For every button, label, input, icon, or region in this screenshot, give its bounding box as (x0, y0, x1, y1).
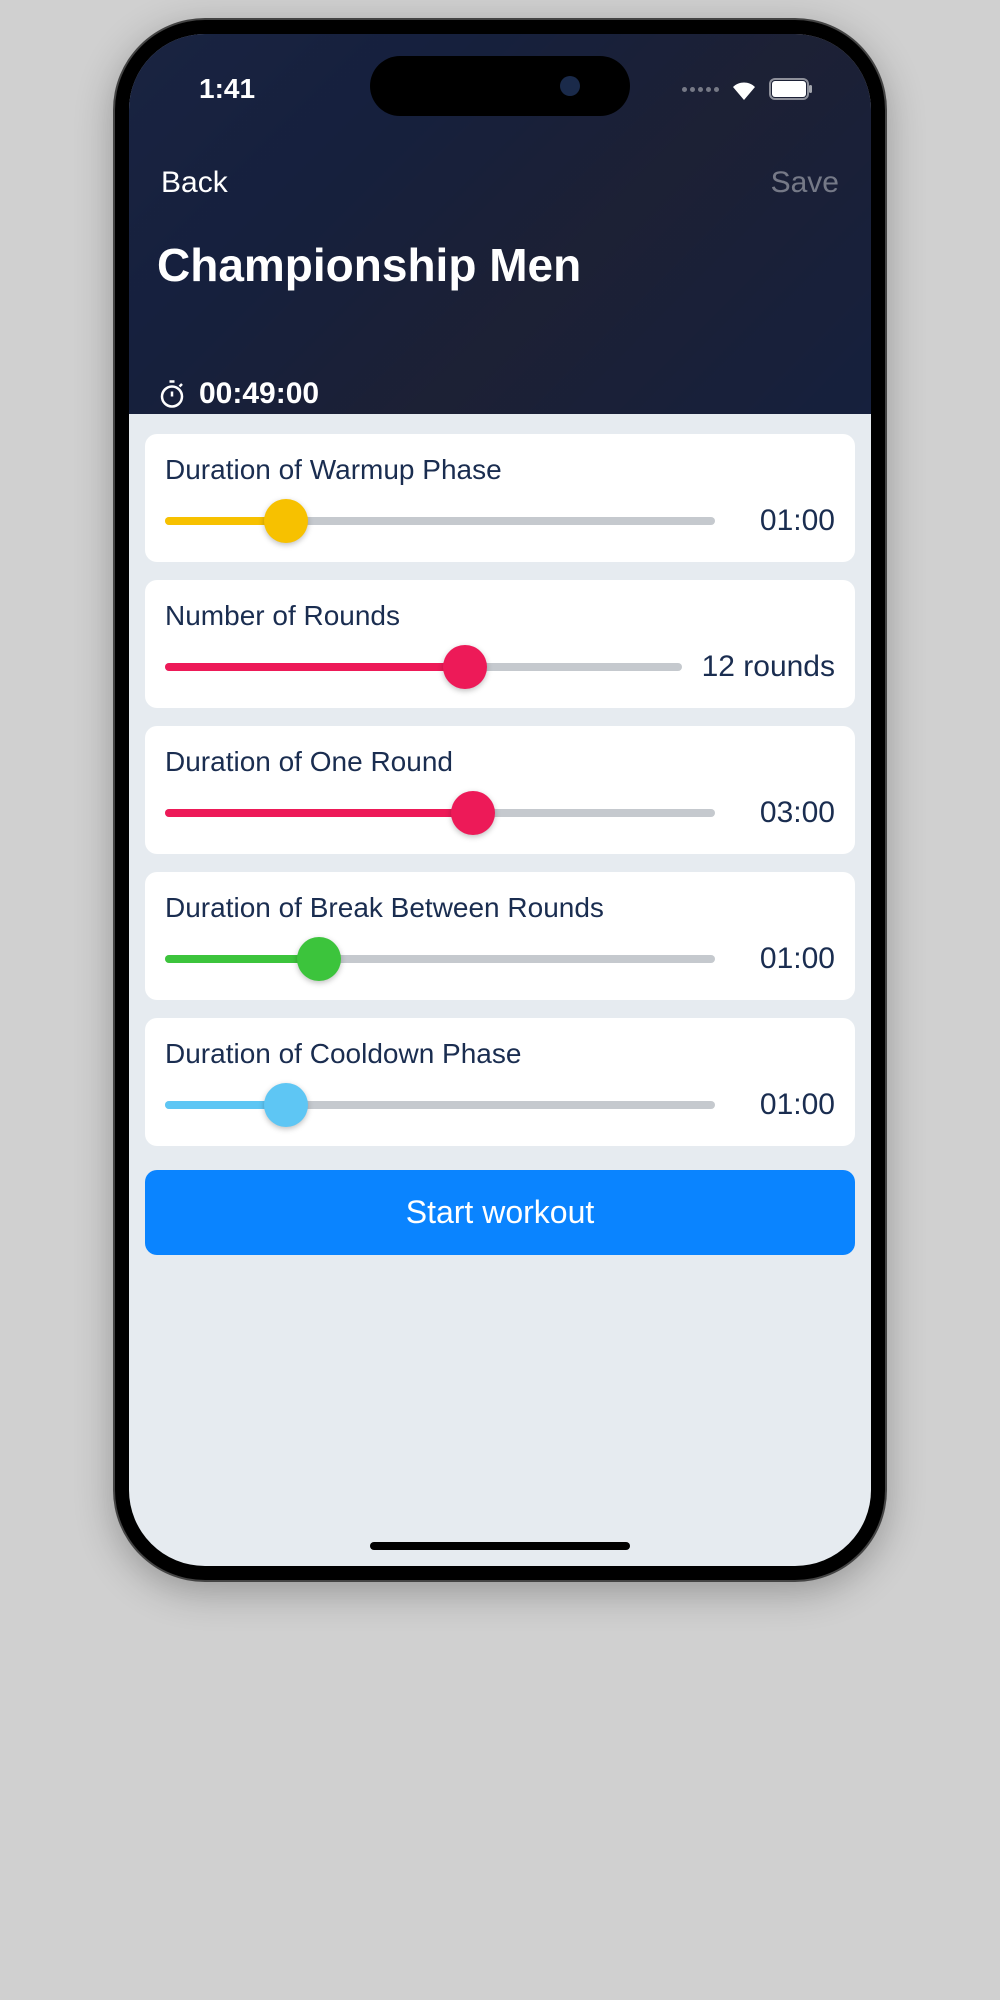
slider[interactable] (165, 955, 715, 963)
slider-row: 01:00 (165, 504, 835, 538)
slider-value: 03:00 (735, 796, 835, 830)
slider-row: 12 rounds (165, 650, 835, 684)
setting-label: Duration of One Round (165, 746, 835, 778)
total-time-row: 00:49:00 (157, 377, 843, 411)
battery-icon (769, 78, 813, 100)
slider[interactable] (165, 517, 715, 525)
setting-label: Duration of Cooldown Phase (165, 1038, 835, 1070)
setting-label: Duration of Break Between Rounds (165, 892, 835, 924)
slider-row: 03:00 (165, 796, 835, 830)
slider-value: 01:00 (735, 942, 835, 976)
phone-frame: 1:41 Back Save (115, 20, 885, 1580)
notch (370, 56, 630, 116)
setting-card: Duration of Cooldown Phase 01:00 (145, 1018, 855, 1146)
total-time: 00:49:00 (199, 377, 319, 411)
slider-value: 01:00 (735, 504, 835, 538)
slider[interactable] (165, 809, 715, 817)
setting-card: Duration of Break Between Rounds 01:00 (145, 872, 855, 1000)
slider[interactable] (165, 663, 682, 671)
content-area: Duration of Warmup Phase 01:00 Number of… (129, 414, 871, 1275)
signal-icon (682, 87, 719, 92)
home-indicator (370, 1542, 630, 1550)
slider-row: 01:00 (165, 942, 835, 976)
page-title: Championship Men (157, 238, 843, 292)
status-icons (682, 78, 813, 100)
wifi-icon (729, 78, 759, 100)
slider-value: 01:00 (735, 1088, 835, 1122)
start-workout-button[interactable]: Start workout (145, 1170, 855, 1255)
setting-label: Number of Rounds (165, 600, 835, 632)
stopwatch-icon (157, 379, 187, 409)
nav-row: Back Save (157, 166, 843, 200)
phone-screen: 1:41 Back Save (129, 34, 871, 1566)
setting-card: Duration of One Round 03:00 (145, 726, 855, 854)
status-time: 1:41 (199, 73, 255, 105)
setting-label: Duration of Warmup Phase (165, 454, 835, 486)
slider-row: 01:00 (165, 1088, 835, 1122)
setting-card: Number of Rounds 12 rounds (145, 580, 855, 708)
setting-card: Duration of Warmup Phase 01:00 (145, 434, 855, 562)
save-button[interactable]: Save (771, 166, 839, 200)
slider-value: 12 rounds (702, 650, 835, 684)
slider[interactable] (165, 1101, 715, 1109)
back-button[interactable]: Back (161, 166, 228, 200)
